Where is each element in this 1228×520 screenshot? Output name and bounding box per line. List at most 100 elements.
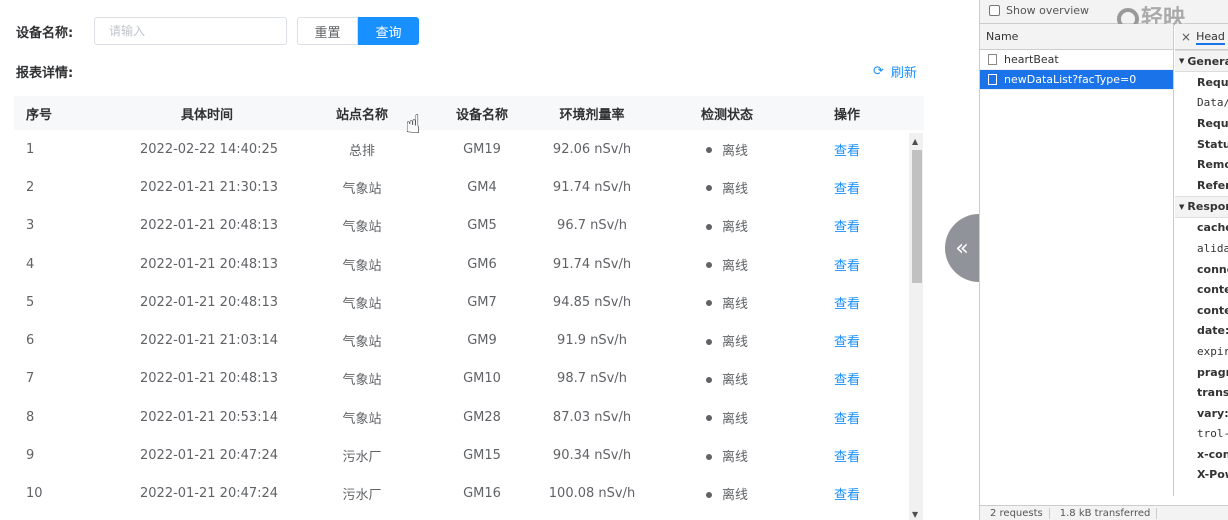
header-key: Reque — [1197, 75, 1228, 89]
cell-no: 7 — [26, 371, 35, 387]
view-link[interactable]: 查看 — [834, 488, 860, 503]
cell-status: 离线 — [662, 140, 792, 159]
cell-no: 5 — [26, 294, 35, 310]
header-key: conte — [1197, 283, 1228, 297]
cell-action: 查看 — [792, 216, 902, 235]
status-dot-icon — [705, 223, 712, 230]
scroll-down-arrow-icon[interactable]: ▼ — [912, 510, 918, 519]
table-row: 2 2022-01-21 21:30:13 气象站 GM4 91.74 nSv/h 离线 查… — [14, 168, 924, 206]
file-icon — [988, 54, 997, 65]
cell-device: GM19 — [463, 141, 501, 157]
col-header-device[interactable]: 设备名称 — [442, 104, 522, 123]
close-icon[interactable]: × — [1175, 30, 1196, 44]
view-link[interactable]: 查看 — [834, 373, 860, 388]
cell-station: 气象站 — [342, 296, 382, 312]
col-header-time[interactable]: 具体时间 — [132, 104, 282, 123]
query-button[interactable]: 查询 — [358, 17, 419, 45]
response-keys: cache alida conne conte conte date: expire prag… — [1175, 218, 1228, 486]
header-key: pragm — [1197, 365, 1228, 379]
cell-station: 气象站 — [342, 258, 382, 274]
table-body: 1 2022-02-22 14:40:25 总排 GM19 92.06 nSv/h 离线查… — [14, 130, 924, 513]
header-key: X-Pow — [1197, 468, 1228, 482]
response-headers-section-header[interactable]: ▼ Respon — [1175, 195, 1228, 218]
refresh-button[interactable]: ⟳ 刷新 — [873, 62, 917, 81]
header-key: alida — [1197, 241, 1228, 255]
header-key: date: — [1197, 324, 1228, 338]
cell-status: 离线 — [662, 178, 792, 197]
view-link[interactable]: 查看 — [834, 450, 860, 465]
cell-action: 查看 — [792, 331, 902, 350]
cell-dose-rate: 91.9 nSv/h — [557, 333, 627, 349]
header-key: Remo — [1197, 158, 1228, 172]
table-row: 4 2022-01-21 20:48:13 气象站 GM6 91.74 nSv/h 离线 查… — [14, 245, 924, 283]
cell-time: 2022-02-22 14:40:25 — [140, 141, 279, 157]
cell-dose-rate: 100.08 nSv/h — [548, 486, 636, 502]
status-dot-icon — [705, 415, 712, 422]
view-link[interactable]: 查看 — [834, 220, 860, 235]
cell-action: 查看 — [792, 178, 902, 197]
cell-no: 6 — [26, 333, 35, 349]
search-bar: 设备名称: 重置 查询 — [16, 17, 419, 45]
cell-device: GM10 — [463, 371, 501, 387]
tab-headers[interactable]: Head — [1196, 28, 1225, 45]
status-dot-icon — [705, 147, 712, 154]
triangle-down-icon: ▼ — [1179, 202, 1185, 211]
status-text: 离线 — [721, 220, 748, 236]
general-section-header[interactable]: ▼ General — [1175, 50, 1228, 72]
col-header-status[interactable]: 检测状态 — [662, 104, 792, 123]
col-header-no[interactable]: 序号 — [14, 104, 132, 123]
request-name: heartBeat — [1004, 53, 1059, 66]
search-buttons: 重置 查询 — [297, 17, 419, 45]
request-item-heartbeat[interactable]: heartBeat — [980, 50, 1173, 70]
cell-no: 3 — [26, 218, 35, 234]
report-details-title: 报表详情: — [16, 66, 74, 81]
table-scrollbar-thumb[interactable] — [912, 150, 922, 283]
status-text: 离线 — [721, 411, 748, 427]
show-overview-toggle[interactable]: Show overview — [989, 4, 1089, 17]
cell-device: GM7 — [467, 294, 497, 310]
status-text: 离线 — [721, 373, 748, 389]
status-dot-icon — [705, 262, 712, 269]
cell-device: GM16 — [463, 486, 501, 502]
view-link[interactable]: 查看 — [834, 297, 860, 312]
table-row: 8 2022-01-21 20:53:14 气象站 GM28 87.03 nSv/h 离线… — [14, 398, 924, 436]
view-link[interactable]: 查看 — [834, 335, 860, 350]
scroll-up-arrow-icon[interactable]: ▲ — [912, 137, 918, 146]
cell-dose-rate: 87.03 nSv/h — [552, 409, 632, 425]
name-column-header[interactable]: Name — [980, 24, 1173, 50]
requests-count: 2 requests — [980, 507, 1050, 519]
view-link[interactable]: 查看 — [834, 182, 860, 197]
table-header: 序号 具体时间 站点名称 设备名称 环境剂量率 检测状态 操作 — [14, 96, 924, 130]
header-key: transf — [1197, 386, 1228, 400]
table-row: 7 2022-01-21 20:48:13 气象站 GM10 98.7 nSv/h 离线 查… — [14, 360, 924, 398]
cell-action: 查看 — [792, 369, 902, 388]
devtools-status-bar: 2 requests 1.8 kB transferred — [980, 505, 1228, 520]
cell-action: 查看 — [792, 140, 902, 159]
device-name-input[interactable] — [94, 17, 287, 45]
cell-status: 离线 — [662, 446, 792, 465]
status-text: 离线 — [721, 450, 748, 466]
table-row: 5 2022-01-21 20:48:13 气象站 GM7 94.85 nSv/h 离线 查… — [14, 283, 924, 321]
collapse-panel-button[interactable]: « — [945, 214, 979, 282]
triangle-down-icon: ▼ — [1179, 57, 1185, 65]
view-link[interactable]: 查看 — [834, 412, 860, 427]
reset-button[interactable]: 重置 — [297, 17, 358, 45]
status-dot-icon — [705, 376, 712, 383]
col-header-dose-rate[interactable]: 环境剂量率 — [522, 104, 662, 123]
cell-no: 4 — [26, 256, 35, 272]
show-overview-checkbox[interactable] — [989, 5, 1000, 16]
status-text: 离线 — [721, 258, 748, 274]
header-key: conne — [1197, 262, 1228, 276]
cell-station: 气象站 — [342, 373, 382, 389]
cell-action: 查看 — [792, 408, 902, 427]
request-list: Name heartBeat newDataList?facType=0 — [980, 24, 1174, 496]
cell-dose-rate: 96.7 nSv/h — [557, 218, 627, 234]
cell-action: 查看 — [792, 446, 902, 465]
view-link[interactable]: 查看 — [834, 259, 860, 274]
cell-dose-rate: 91.74 nSv/h — [552, 179, 632, 195]
col-header-action[interactable]: 操作 — [792, 104, 902, 123]
view-link[interactable]: 查看 — [834, 144, 860, 159]
status-text: 离线 — [721, 296, 748, 312]
request-item-newdatalist[interactable]: newDataList?facType=0 — [980, 70, 1173, 90]
cell-time: 2022-01-21 20:47:24 — [140, 448, 279, 464]
